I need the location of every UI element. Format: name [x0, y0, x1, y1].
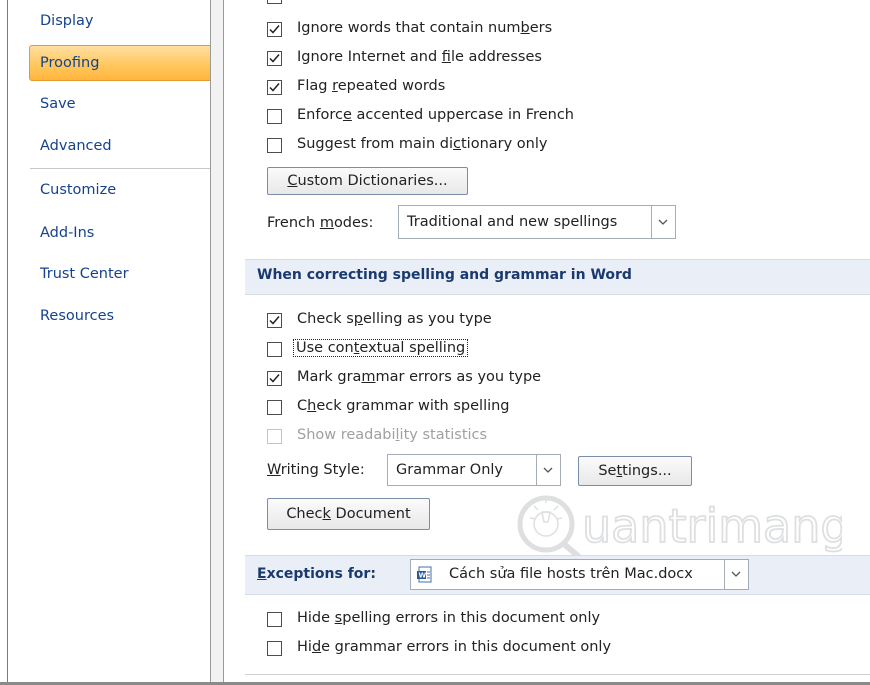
ignore-internet-checkbox[interactable] — [267, 51, 282, 66]
exceptions-document-dropdown[interactable]: W Cách sửa file hosts trên Mac.docx — [410, 559, 749, 590]
contextual-spelling-label[interactable]: Use contextual spelling — [292, 339, 469, 357]
writing-style-dropdown[interactable]: Grammar Only — [387, 454, 561, 486]
checkmark-icon — [269, 374, 280, 383]
checkmark-icon — [269, 316, 280, 325]
contextual-spelling-checkbox[interactable] — [267, 342, 282, 357]
flag-repeated-checkbox[interactable] — [267, 80, 282, 95]
pane-divider-inner — [223, 0, 224, 682]
chevron-down-icon[interactable] — [651, 206, 675, 238]
check-spelling-checkbox[interactable] — [267, 313, 282, 328]
exceptions-document-value: Cách sửa file hosts trên Mac.docx — [449, 566, 693, 582]
ignore-numbers-label[interactable]: Ignore words that contain numbers — [297, 20, 552, 36]
exceptions-label: Exceptions for: — [257, 566, 376, 582]
chevron-down-icon[interactable] — [724, 560, 748, 589]
readability-checkbox — [267, 429, 282, 444]
sidebar-item-proofing[interactable]: Proofing — [40, 55, 99, 71]
french-modes-label: French modes: — [267, 215, 374, 231]
sidebar-item-add-ins[interactable]: Add-Ins — [40, 225, 94, 241]
enforce-accented-checkbox[interactable] — [267, 109, 282, 124]
window-frame-left — [0, 0, 8, 685]
sidebar-item-display[interactable]: Display — [40, 13, 93, 29]
sidebar-item-save[interactable]: Save — [40, 96, 76, 112]
sidebar-item-customize[interactable]: Customize — [40, 182, 116, 198]
mark-grammar-label[interactable]: Mark grammar errors as you type — [297, 369, 541, 385]
writing-style-value: Grammar Only — [396, 462, 504, 478]
bottom-separator — [245, 674, 870, 675]
word-section-header: When correcting spelling and grammar in … — [245, 259, 870, 295]
hide-spelling-label[interactable]: Hide spelling errors in this document on… — [297, 610, 600, 626]
suggest-main-dictionary-checkbox[interactable] — [267, 138, 282, 153]
checkmark-icon — [269, 25, 280, 34]
readability-label: Show readability statistics — [297, 427, 488, 443]
sidebar-item-resources[interactable]: Resources — [40, 308, 114, 324]
writing-style-label: Writing Style: — [267, 462, 365, 478]
cut-off-checkbox — [267, 0, 282, 4]
flag-repeated-label[interactable]: Flag repeated words — [297, 78, 445, 94]
checkmark-icon — [269, 83, 280, 92]
check-spelling-label[interactable]: Check spelling as you type — [297, 311, 492, 327]
hide-spelling-checkbox[interactable] — [267, 612, 282, 627]
hide-grammar-label[interactable]: Hide grammar errors in this document onl… — [297, 639, 611, 655]
suggest-main-dictionary-label[interactable]: Suggest from main dictionary only — [297, 136, 547, 152]
check-grammar-label[interactable]: Check grammar with spelling — [297, 398, 510, 414]
svg-text:W: W — [419, 572, 427, 580]
pane-splitter[interactable] — [211, 0, 223, 682]
check-grammar-checkbox[interactable] — [267, 400, 282, 415]
hide-grammar-checkbox[interactable] — [267, 641, 282, 656]
sidebar-item-trust-center[interactable]: Trust Center — [40, 266, 129, 282]
watermark-logo: uantrimang — [517, 495, 842, 559]
enforce-accented-label[interactable]: Enforce accented uppercase in French — [297, 107, 574, 123]
mark-grammar-checkbox[interactable] — [267, 371, 282, 386]
chevron-down-icon[interactable] — [536, 455, 560, 485]
check-document-button[interactable]: Check Document — [267, 498, 430, 530]
french-modes-dropdown[interactable]: Traditional and new spellings — [398, 205, 676, 239]
ignore-numbers-checkbox[interactable] — [267, 22, 282, 37]
svg-text:uantrimang: uantrimang — [582, 499, 842, 553]
checkmark-icon — [269, 54, 280, 63]
options-sidebar: Display Proofing Save Advanced Customize… — [8, 0, 215, 682]
french-modes-value: Traditional and new spellings — [407, 214, 618, 230]
word-section-title: When correcting spelling and grammar in … — [257, 267, 632, 283]
exceptions-section-header: Exceptions for: W Cách sửa file hosts tr… — [245, 555, 870, 595]
ignore-internet-label[interactable]: Ignore Internet and file addresses — [297, 49, 542, 65]
custom-dictionaries-button[interactable]: Custom Dictionaries... — [267, 167, 468, 195]
word-document-icon: W — [416, 566, 434, 584]
settings-button[interactable]: Settings... — [578, 456, 692, 486]
sidebar-item-advanced[interactable]: Advanced — [40, 138, 112, 154]
sidebar-separator — [30, 168, 212, 169]
